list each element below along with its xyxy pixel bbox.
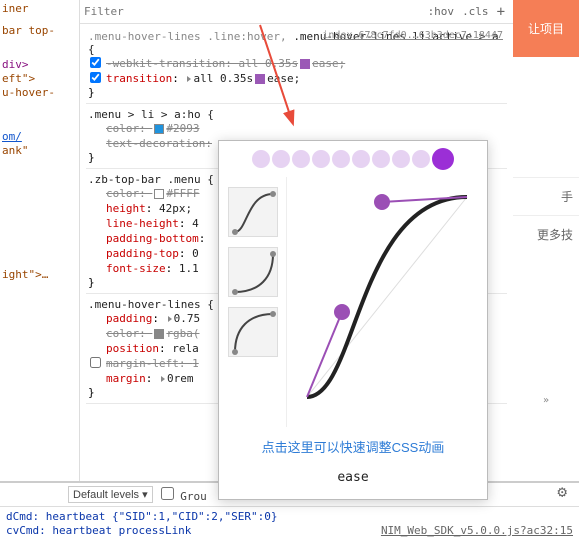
source-link[interactable]: index.678c7fd0.…63b3dec7:18447	[322, 30, 503, 41]
dom-line[interactable]: iner	[2, 2, 77, 16]
bezier-handle-1[interactable]	[334, 304, 350, 320]
preset-dot[interactable]	[432, 148, 454, 170]
popup-message: 点击这里可以快速调整CSS动画	[219, 427, 487, 466]
preset-list	[219, 177, 287, 427]
cls-toggle[interactable]: .cls	[458, 5, 493, 18]
property-toggle[interactable]	[90, 72, 101, 83]
collapse-icon[interactable]: »	[513, 395, 579, 406]
bezier-swatch[interactable]	[300, 59, 310, 69]
dom-line[interactable]: div>	[2, 58, 77, 72]
filter-input[interactable]	[84, 5, 424, 18]
expand-icon[interactable]	[187, 76, 191, 82]
preset-dot[interactable]	[252, 150, 270, 168]
preset-ease-out[interactable]	[228, 307, 278, 357]
hov-toggle[interactable]: :hov	[424, 5, 459, 18]
dom-line[interactable]: ight">…	[2, 268, 77, 282]
elements-tree[interactable]: iner bar top- div> eft"> u-hover- om/ an…	[0, 0, 80, 551]
cubic-bezier-editor[interactable]: 点击这里可以快速调整CSS动画 ease	[218, 140, 488, 500]
expand-icon[interactable]	[168, 316, 172, 322]
add-rule-button[interactable]: +	[493, 4, 509, 20]
preset-dot[interactable]	[412, 150, 430, 168]
easing-label: ease	[219, 466, 487, 489]
dom-line[interactable]: om/	[2, 130, 77, 144]
color-swatch[interactable]	[154, 189, 164, 199]
source-link[interactable]: NIM_Web_SDK_v5.0.0.js?ac32:15	[381, 524, 573, 538]
css-property[interactable]: transition: all 0.35sease;	[88, 71, 505, 86]
preset-dot[interactable]	[352, 150, 370, 168]
right-item[interactable]: 手	[513, 177, 579, 215]
right-sidebar: 让项目 手 更多技 »	[513, 0, 579, 551]
css-selector[interactable]: .menu > li > a:ho {	[88, 108, 505, 121]
preset-dots	[219, 141, 487, 177]
settings-icon[interactable]: ⚙	[557, 482, 567, 501]
color-swatch[interactable]	[154, 124, 164, 134]
bezier-swatch[interactable]	[255, 74, 265, 84]
css-property[interactable]: -webkit-transition: all 0.35sease;	[88, 56, 505, 71]
group-checkbox[interactable]	[161, 487, 174, 500]
dom-line[interactable]: u-hover-	[2, 86, 77, 100]
preset-dot[interactable]	[272, 150, 290, 168]
css-property[interactable]: color: #2093	[88, 121, 505, 136]
log-levels-dropdown[interactable]: Default levels ▾	[68, 486, 153, 503]
preset-dot[interactable]	[332, 150, 350, 168]
curve-canvas[interactable]	[287, 177, 487, 427]
bezier-handle-2[interactable]	[374, 194, 390, 210]
promo-card[interactable]: 让项目	[513, 0, 579, 57]
preset-dot[interactable]	[392, 150, 410, 168]
property-toggle[interactable]	[90, 57, 101, 68]
preset-dot[interactable]	[292, 150, 310, 168]
property-toggle[interactable]	[90, 357, 101, 368]
right-item[interactable]: 更多技	[513, 215, 579, 253]
filter-row: :hov .cls +	[80, 0, 513, 24]
expand-icon[interactable]	[161, 376, 165, 382]
preset-dot[interactable]	[312, 150, 330, 168]
dom-line[interactable]: bar top-	[2, 24, 77, 38]
console-output[interactable]: dCmd: heartbeat {"SID":1,"CID":2,"SER":0…	[0, 507, 579, 541]
preset-ease-in[interactable]	[228, 247, 278, 297]
preset-dot[interactable]	[372, 150, 390, 168]
color-swatch[interactable]	[154, 329, 164, 339]
dom-line[interactable]: eft">	[2, 72, 77, 86]
dom-line[interactable]: ank"	[2, 144, 77, 158]
preset-ease[interactable]	[228, 187, 278, 237]
